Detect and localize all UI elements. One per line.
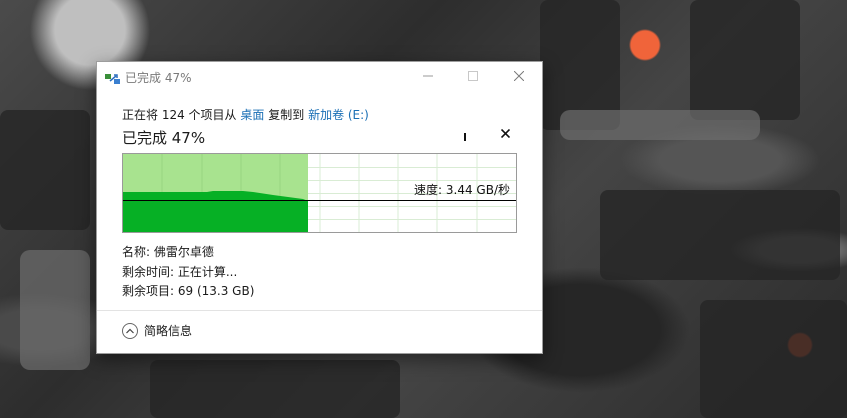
pause-icon [464, 133, 466, 141]
source-link[interactable]: 桌面 [240, 108, 264, 122]
time-remaining: 剩余时间: 正在计算... [122, 265, 238, 279]
window-close-button[interactable] [496, 62, 541, 91]
divider [97, 310, 542, 311]
maximize-button[interactable] [450, 62, 495, 91]
copy-files-icon [105, 70, 121, 84]
copy-prefix: 正在将 124 个项目从 [122, 108, 237, 122]
destination-link[interactable]: 新加卷 (E:) [308, 108, 369, 122]
copy-middle: 复制到 [268, 108, 305, 122]
copy-description: 正在将 124 个项目从 桌面 复制到 新加卷 (E:) [122, 106, 369, 123]
window-title: 已完成 47% [125, 71, 192, 85]
speed-label: 速度: 3.44 GB/秒 [414, 183, 510, 197]
speed-area [123, 191, 308, 232]
maximize-icon [467, 69, 478, 85]
close-icon [513, 69, 524, 85]
file-name: 名称: 佛雷尔卓德 [122, 245, 214, 259]
chevron-up-icon [122, 322, 138, 339]
cancel-button[interactable] [500, 126, 511, 142]
fewer-details-label: 简略信息 [144, 324, 193, 338]
items-remaining: 剩余项目: 69 (13.3 GB) [122, 284, 255, 298]
fewer-details-button[interactable]: 简略信息 [122, 322, 192, 339]
progress-heading: 已完成 47% [122, 129, 206, 147]
title-bar: 已完成 47% [97, 62, 542, 92]
minimize-button[interactable] [405, 62, 450, 91]
transfer-speed-graph: 速度: 3.44 GB/秒 [122, 153, 517, 233]
minimize-icon [422, 69, 433, 85]
file-copy-dialog: 已完成 47% 正在将 124 个项目从 桌面 复制到 新加卷 (E:) 已完成… [96, 61, 543, 354]
pause-button[interactable] [457, 130, 473, 144]
close-icon [500, 126, 511, 142]
